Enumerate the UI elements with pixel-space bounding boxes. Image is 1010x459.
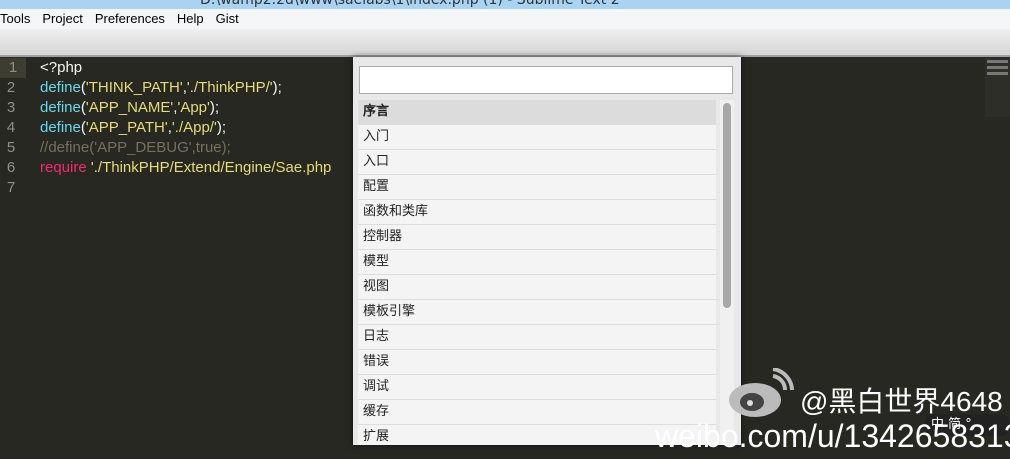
code-token: <?php xyxy=(40,59,83,76)
minimap[interactable] xyxy=(985,57,1010,117)
menu-tools[interactable]: Tools xyxy=(0,9,36,29)
tab-bar xyxy=(0,29,1010,57)
code-line: require './ThinkPHP/Extend/Engine/Sae.ph… xyxy=(40,158,331,178)
palette-search-input[interactable] xyxy=(359,66,733,94)
palette-item[interactable]: 入口 xyxy=(358,150,716,175)
code-token: './App/' xyxy=(171,119,217,136)
scrollbar-thumb[interactable] xyxy=(723,103,731,308)
code-token: ); xyxy=(272,79,282,96)
menu-project[interactable]: Project xyxy=(36,9,88,29)
palette-item[interactable]: 调试 xyxy=(358,375,716,400)
palette-item[interactable]: 控制器 xyxy=(358,225,716,250)
line-number: 4 xyxy=(6,119,16,136)
palette-item[interactable]: 模型 xyxy=(358,250,716,275)
title-bar: D:\wamp2.2d\www\saelabs\1\index.php (1) … xyxy=(0,0,1010,9)
watermark-handle: @黑白世界4648 xyxy=(800,386,1003,417)
code-line: define('THINK_PATH','./ThinkPHP/'); xyxy=(40,78,282,98)
line-number: 2 xyxy=(6,79,16,96)
code-token: 'THINK_PATH' xyxy=(85,79,183,96)
menu-preferences[interactable]: Preferences xyxy=(89,9,171,29)
code-token: define xyxy=(40,119,81,136)
palette-item[interactable]: 模板引擎 xyxy=(358,300,716,325)
code-token: ); xyxy=(216,119,227,136)
palette-item[interactable]: 序言 xyxy=(358,100,716,125)
code-token: define xyxy=(40,79,81,96)
menu-gist[interactable]: Gist xyxy=(210,9,245,29)
watermark-url: weibo.com/u/1342658313 xyxy=(655,418,1010,454)
line-number: 6 xyxy=(6,159,16,176)
palette-item[interactable]: 配置 xyxy=(358,175,716,200)
palette-item[interactable]: 错误 xyxy=(358,350,716,375)
palette-item[interactable]: 日志 xyxy=(358,325,716,350)
code-token: 'App' xyxy=(177,99,210,116)
code-line: <?php xyxy=(40,58,82,78)
code-token: require xyxy=(40,159,87,176)
code-line: define('APP_NAME','App'); xyxy=(40,98,219,118)
line-number: 5 xyxy=(6,139,16,156)
code-token: './ThinkPHP/Extend/Engine/Sae.php xyxy=(90,159,332,176)
palette-item[interactable]: 函数和类库 xyxy=(358,200,716,225)
palette-item[interactable]: 入门 xyxy=(358,125,716,150)
line-number: 1 xyxy=(0,58,26,78)
window-title: D:\wamp2.2d\www\saelabs\1\index.php (1) … xyxy=(200,0,620,8)
code-token: ); xyxy=(209,99,220,116)
line-number: 7 xyxy=(6,179,16,196)
code-line: define('APP_PATH','./App/'); xyxy=(40,118,226,138)
code-line: //define('APP_DEBUG',true); xyxy=(40,138,231,158)
code-token: './ThinkPHP/' xyxy=(186,79,273,96)
code-token: //define('APP_DEBUG',true); xyxy=(40,139,231,156)
code-token: define xyxy=(40,99,81,116)
command-palette: 序言 入门 入口 配置 函数和类库 控制器 模型 视图 模板引擎 日志 错误 调试 缓存 扩展 xyxy=(353,57,741,445)
line-number: 3 xyxy=(6,99,16,116)
weibo-logo-icon xyxy=(729,368,794,417)
menu-help[interactable]: Help xyxy=(171,9,210,29)
palette-list: 序言 入门 入口 配置 函数和类库 控制器 模型 视图 模板引擎 日志 错误 调试 缓存 扩展 xyxy=(358,100,716,445)
code-token: 'APP_NAME' xyxy=(85,99,174,116)
palette-item[interactable]: 视图 xyxy=(358,275,716,300)
menu-bar: Tools Project Preferences Help Gist xyxy=(0,9,1010,29)
code-token: 'APP_PATH' xyxy=(85,119,168,136)
